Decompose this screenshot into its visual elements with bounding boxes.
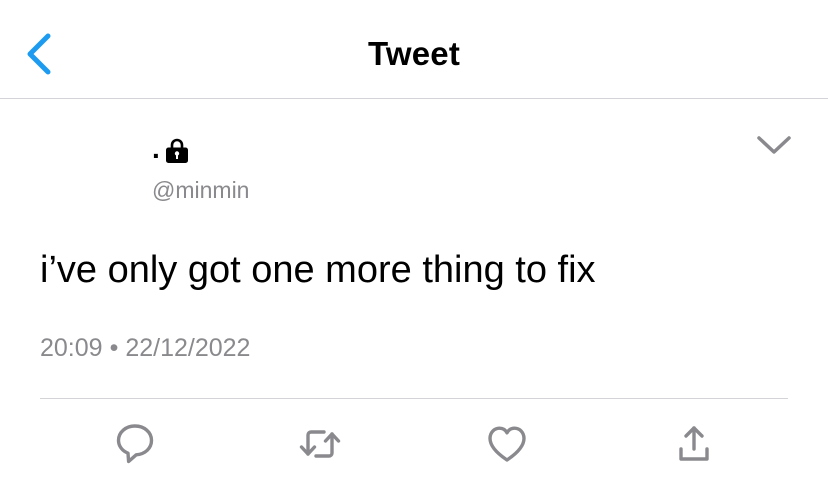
lock-icon: [166, 138, 188, 163]
retweet-icon: [299, 430, 341, 458]
display-name[interactable]: .: [152, 134, 160, 164]
share-icon: [679, 426, 709, 461]
reply-button[interactable]: [111, 420, 159, 468]
tweet-timestamp: 20:09 • 22/12/2022: [40, 332, 250, 364]
retweet-button[interactable]: [296, 420, 344, 468]
user-handle[interactable]: @minmin: [152, 176, 249, 204]
actions-divider: [40, 398, 788, 399]
page-title: Tweet: [367, 35, 461, 72]
meta-separator: •: [109, 334, 119, 362]
share-button[interactable]: [670, 420, 718, 468]
tweet-menu-button[interactable]: [752, 130, 796, 160]
tweet-date: 22/12/2022: [125, 334, 251, 362]
heart-icon: [488, 426, 526, 462]
navigation-header: Tweet: [0, 0, 828, 99]
like-button[interactable]: [483, 420, 531, 468]
tweet-time: 20:09: [40, 334, 103, 362]
reply-icon: [116, 424, 154, 464]
chevron-down-icon: [757, 136, 791, 154]
tweet-text: i’ve only got one more thing to fix: [40, 249, 596, 291]
